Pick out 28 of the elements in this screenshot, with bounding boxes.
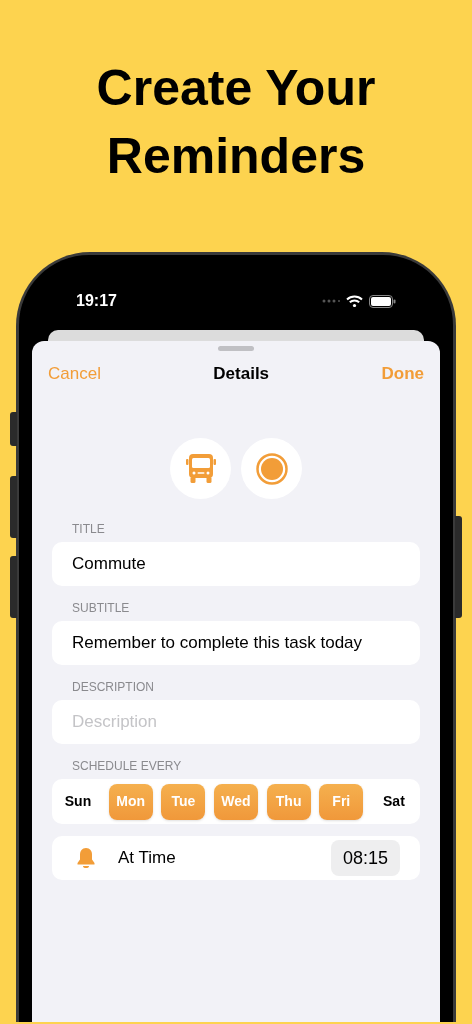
day-toggle[interactable]: Wed <box>213 783 258 820</box>
field-label: SUBTITLE <box>71 600 131 616</box>
battery-icon <box>369 294 396 308</box>
alarm-label: At Time <box>118 847 177 870</box>
color-swatch-icon <box>255 452 288 485</box>
day-toggle[interactable]: Sun <box>56 783 100 820</box>
signal-icon <box>322 299 340 303</box>
cancel-button[interactable]: Cancel <box>48 361 101 387</box>
field-label: SCHEDULE EVERY <box>71 758 183 774</box>
day-toggle[interactable]: Thu <box>266 783 311 820</box>
text-field[interactable]: Description <box>52 700 420 744</box>
status-time: 19:17 <box>76 291 117 311</box>
grabber-handle[interactable] <box>218 346 254 351</box>
sheet-title: Details <box>213 363 270 386</box>
headline: Create Your Reminders <box>95 59 377 186</box>
time-picker[interactable]: 08:15 <box>330 840 400 876</box>
day-toggle[interactable]: Sat <box>371 783 416 820</box>
done-button[interactable]: Done <box>381 361 424 387</box>
bell-icon <box>76 847 96 869</box>
bus-icon <box>185 453 216 484</box>
text-field[interactable]: Commute <box>52 542 420 586</box>
day-toggle[interactable]: Mon <box>108 783 153 820</box>
wifi-icon <box>346 295 363 307</box>
text-field[interactable]: Remember to complete this task today <box>52 621 420 665</box>
field-label: TITLE <box>71 521 106 537</box>
day-toggle[interactable]: Fri <box>319 783 364 820</box>
field-label: DESCRIPTION <box>71 679 155 695</box>
day-toggle[interactable]: Tue <box>161 783 206 820</box>
